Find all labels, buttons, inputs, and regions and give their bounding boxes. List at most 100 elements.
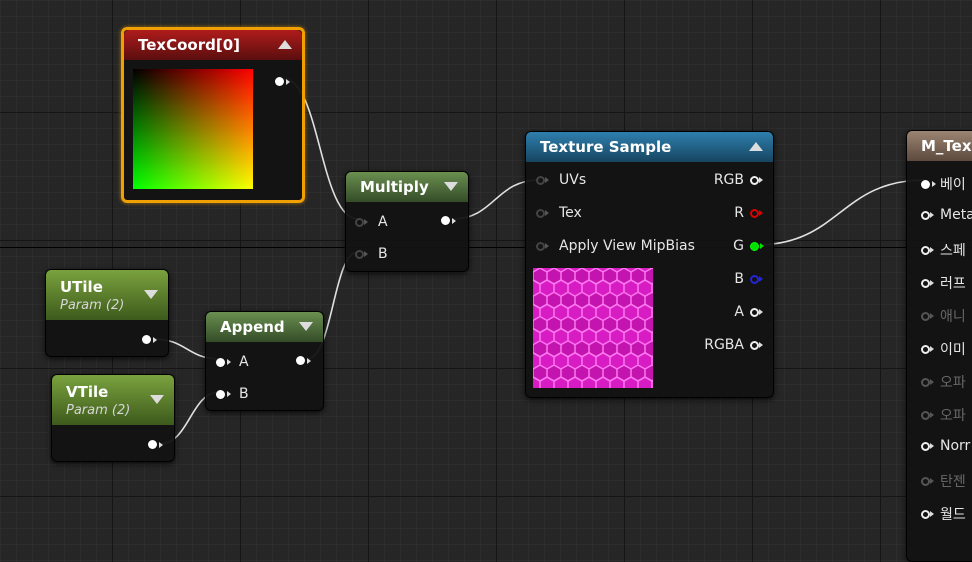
material-input-emissive[interactable]: 이미: [921, 339, 966, 359]
input-pin-icon[interactable]: [921, 245, 934, 255]
collapse-icon[interactable]: [444, 182, 458, 191]
vtile-header[interactable]: VTile Param (2): [52, 375, 174, 425]
append-input-a[interactable]: A: [216, 354, 249, 370]
output-pin-icon[interactable]: [275, 77, 290, 86]
texture-output-g[interactable]: G: [733, 238, 764, 254]
texture-input-uvs[interactable]: UVs: [536, 172, 586, 188]
utile-node[interactable]: UTile Param (2): [45, 269, 169, 357]
material-input-opacity[interactable]: 오파: [921, 372, 966, 392]
collapse-icon[interactable]: [299, 322, 313, 331]
material-input-roughness[interactable]: 러프: [921, 273, 966, 293]
material-input-anisotropy[interactable]: 애니: [921, 306, 966, 326]
input-pin-icon[interactable]: [921, 509, 934, 519]
input-pin-icon[interactable]: [921, 410, 934, 420]
texture-sample-node[interactable]: Texture Sample UVs Tex Apply View MipBia…: [525, 131, 774, 398]
output-pin-icon[interactable]: [296, 356, 311, 365]
material-input-normal[interactable]: Norr: [921, 438, 970, 454]
texcoord-node[interactable]: TexCoord[0]: [121, 27, 305, 203]
input-pin-icon[interactable]: [921, 311, 934, 321]
multiply-input-a[interactable]: A: [355, 214, 388, 230]
input-pin-icon[interactable]: [921, 344, 934, 354]
collapse-icon[interactable]: [150, 395, 164, 404]
pin-label: 오파: [940, 408, 966, 424]
texture-output-r[interactable]: R: [734, 205, 763, 221]
material-input-metallic[interactable]: Meta: [921, 207, 972, 223]
output-pin-icon[interactable]: [441, 216, 456, 225]
texcoord-header[interactable]: TexCoord[0]: [124, 30, 302, 60]
texcoord-output-pin[interactable]: [275, 77, 290, 86]
texture-output-a[interactable]: A: [734, 304, 763, 320]
texture-output-rgb[interactable]: RGB: [714, 172, 763, 188]
material-node[interactable]: M_Tex 베이 Meta 스페 러프 애니 이미 오파 오파 Norr 탄젠: [906, 130, 972, 562]
pin-label: B: [239, 386, 249, 402]
vtile-output-pin[interactable]: [148, 440, 163, 449]
multiply-node[interactable]: Multiply A B: [345, 171, 469, 272]
collapse-icon[interactable]: [144, 290, 158, 299]
material-input-world-offset[interactable]: 월드: [921, 504, 966, 524]
input-pin-icon[interactable]: [921, 179, 936, 189]
collapse-icon[interactable]: [278, 40, 292, 49]
input-pin-icon[interactable]: [921, 377, 934, 387]
pin-label: 베이: [940, 177, 966, 193]
pin-label: 월드: [940, 507, 966, 523]
material-input-tangent[interactable]: 탄젠: [921, 471, 966, 491]
pin-label: 이미: [940, 342, 966, 358]
pin-label: RGBA: [704, 337, 744, 353]
vtile-node[interactable]: VTile Param (2): [51, 374, 175, 462]
pin-label: A: [734, 304, 744, 320]
append-header[interactable]: Append: [206, 312, 323, 342]
output-pin-icon[interactable]: [142, 335, 157, 344]
multiply-input-b[interactable]: B: [355, 246, 388, 262]
input-pin-icon[interactable]: [536, 208, 549, 218]
append-input-b[interactable]: B: [216, 386, 249, 402]
texture-output-b[interactable]: B: [734, 271, 763, 287]
texture-preview: [533, 268, 653, 388]
texture-input-tex[interactable]: Tex: [536, 205, 582, 221]
pin-label: 스페: [940, 243, 966, 259]
multiply-header[interactable]: Multiply: [346, 172, 468, 202]
input-pin-icon[interactable]: [921, 441, 934, 451]
output-pin-icon[interactable]: [750, 241, 764, 251]
output-pin-icon[interactable]: [750, 208, 763, 218]
output-pin-icon[interactable]: [750, 274, 763, 284]
pin-label: B: [378, 246, 388, 262]
pin-label: G: [733, 238, 744, 254]
input-pin-icon[interactable]: [536, 175, 549, 185]
texture-sample-title: Texture Sample: [540, 138, 672, 156]
vtile-subtitle: Param (2): [66, 402, 131, 418]
input-pin-icon[interactable]: [216, 389, 231, 399]
output-pin-icon[interactable]: [750, 340, 763, 350]
utile-output-pin[interactable]: [142, 335, 157, 344]
material-input-opacity-mask[interactable]: 오파: [921, 405, 966, 425]
append-node[interactable]: Append A B: [205, 311, 324, 411]
material-header[interactable]: M_Tex: [907, 131, 972, 161]
pin-label: UVs: [559, 172, 587, 188]
pin-label: Apply View MipBias: [559, 238, 695, 254]
texture-output-rgba[interactable]: RGBA: [704, 337, 763, 353]
texture-input-mipbias[interactable]: Apply View MipBias: [536, 238, 695, 254]
input-pin-icon[interactable]: [536, 241, 549, 251]
output-pin-icon[interactable]: [750, 307, 763, 317]
append-output-pin[interactable]: [296, 356, 311, 365]
pin-label: 탄젠: [940, 474, 966, 490]
pin-label: 러프: [940, 276, 966, 292]
input-pin-icon[interactable]: [921, 278, 934, 288]
multiply-output-pin[interactable]: [441, 216, 456, 225]
graph-axis-horizontal: [0, 247, 972, 248]
texture-sample-header[interactable]: Texture Sample: [526, 132, 773, 162]
material-title: M_Tex: [921, 137, 972, 155]
input-pin-icon[interactable]: [216, 357, 231, 367]
pin-label: R: [734, 205, 744, 221]
input-pin-icon[interactable]: [355, 249, 368, 259]
input-pin-icon[interactable]: [355, 217, 368, 227]
material-input-base-color[interactable]: 베이: [921, 174, 966, 194]
material-input-specular[interactable]: 스페: [921, 240, 966, 260]
pin-label: Meta: [940, 207, 972, 223]
output-pin-icon[interactable]: [750, 175, 763, 185]
input-pin-icon[interactable]: [921, 476, 934, 486]
wire-g-to-material[interactable]: [755, 179, 926, 246]
output-pin-icon[interactable]: [148, 440, 163, 449]
utile-header[interactable]: UTile Param (2): [46, 270, 168, 320]
collapse-icon[interactable]: [749, 142, 763, 151]
input-pin-icon[interactable]: [921, 210, 934, 220]
